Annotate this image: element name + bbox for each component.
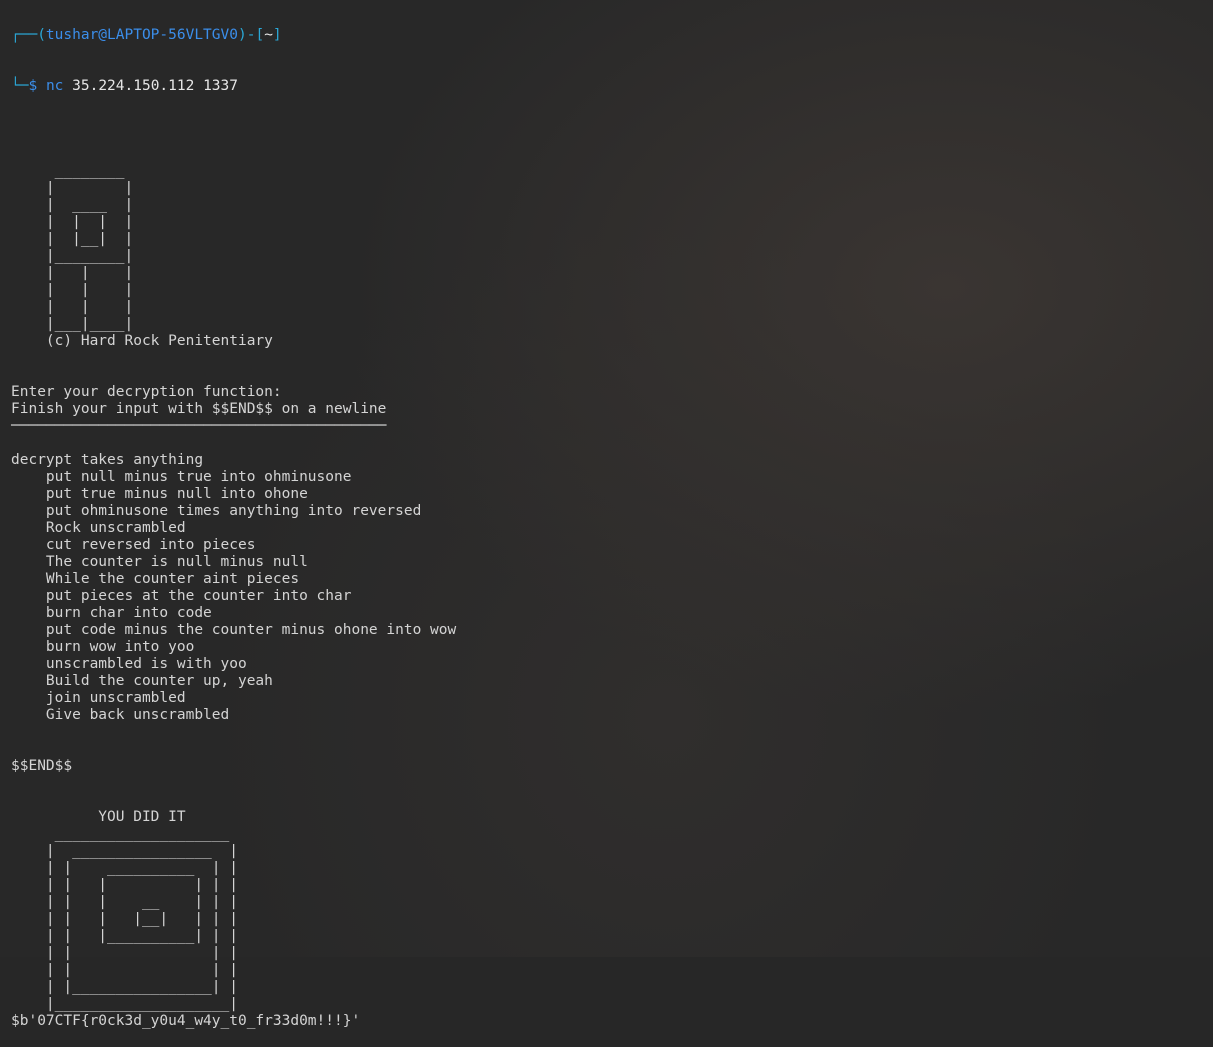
output-line: (c) Hard Rock Penitentiary	[11, 333, 273, 349]
output-line: ────────────────────────────────────────…	[11, 418, 387, 434]
output-line: burn char into code	[11, 605, 212, 621]
output-line: decrypt takes anything	[11, 452, 204, 468]
output-line: Build the counter up, yeah	[11, 673, 273, 689]
output-line: YOU DID IT	[11, 809, 186, 825]
output-line: | | |	[11, 265, 134, 281]
prompt-dollar: $	[28, 78, 46, 94]
output-line: | ________________ |	[11, 843, 238, 859]
output-line: burn wow into yoo	[11, 639, 195, 655]
output-line: | | |__________| | |	[11, 928, 238, 944]
output-line: | |________________| |	[11, 979, 238, 995]
output-line: Rock unscrambled	[11, 520, 186, 536]
output-line: Give back unscrambled	[11, 707, 230, 723]
output-line: cut reversed into pieces	[11, 537, 256, 553]
terminal-window[interactable]: ┌──(tushar@LAPTOP-56VLTGV0)-[~] └─$ nc 3…	[0, 0, 1213, 1029]
output-line: | | |	[11, 282, 134, 298]
prompt-mid: )-[	[237, 27, 265, 43]
prompt-line-top: ┌──(tushar@LAPTOP-56VLTGV0)-[~]	[11, 27, 1213, 44]
prompt-box-top: ┌──(	[11, 27, 46, 43]
output-line: unscrambled is with yoo	[11, 656, 247, 672]
output-line: Enter your decryption function:	[11, 384, 282, 400]
prompt-line-command: └─$ nc 35.224.150.112 1337	[11, 78, 1213, 95]
output-line: ________	[11, 163, 125, 179]
output-line: put ohminusone times anything into rever…	[11, 503, 422, 519]
prompt-user-host: tushar@LAPTOP-56VLTGV0	[45, 27, 238, 43]
output-line: | | | __ | | |	[11, 894, 238, 910]
output-line: join unscrambled	[11, 690, 186, 706]
output-line: While the counter aint pieces	[11, 571, 300, 587]
output-line: | | | |__| | | |	[11, 911, 238, 927]
prompt-dir: ~	[264, 27, 273, 43]
output-line: |____________________|	[11, 996, 238, 1012]
output-line: | | | |	[11, 945, 238, 961]
output-line: | | | |	[11, 214, 134, 230]
output-line: | |	[11, 180, 134, 196]
output-line: The counter is null minus null	[11, 554, 308, 570]
output-line: Finish your input with $$END$$ on a newl…	[11, 401, 387, 417]
prompt-end: ]	[272, 27, 282, 43]
output-line: | ____ |	[11, 197, 134, 213]
terminal-output: ________ | | | ____ | | | | | | |__| | |…	[11, 129, 1213, 1030]
output-line: | | | | | |	[11, 877, 238, 893]
command-name: nc	[45, 78, 64, 94]
output-line: $b'07CTF{r0ck3d_y0u4_w4y_t0_fr33d0m!!!}'	[11, 1013, 361, 1029]
output-line: | | | |	[11, 962, 238, 978]
output-line: |________|	[11, 248, 134, 264]
command-args: 35.224.150.112 1337	[63, 78, 239, 94]
output-line: put pieces at the counter into char	[11, 588, 352, 604]
output-line: | | |	[11, 299, 134, 315]
output-line: | | __________ | |	[11, 860, 238, 876]
output-line: put code minus the counter minus ohone i…	[11, 622, 457, 638]
output-line: ____________________	[11, 826, 230, 842]
output-line: put null minus true into ohminusone	[11, 469, 352, 485]
output-line: |___|____|	[11, 316, 134, 332]
prompt-box-bottom: └─	[11, 78, 29, 94]
output-line: put true minus null into ohone	[11, 486, 308, 502]
output-line: $$END$$	[11, 758, 73, 774]
output-line: | |__| |	[11, 231, 134, 247]
